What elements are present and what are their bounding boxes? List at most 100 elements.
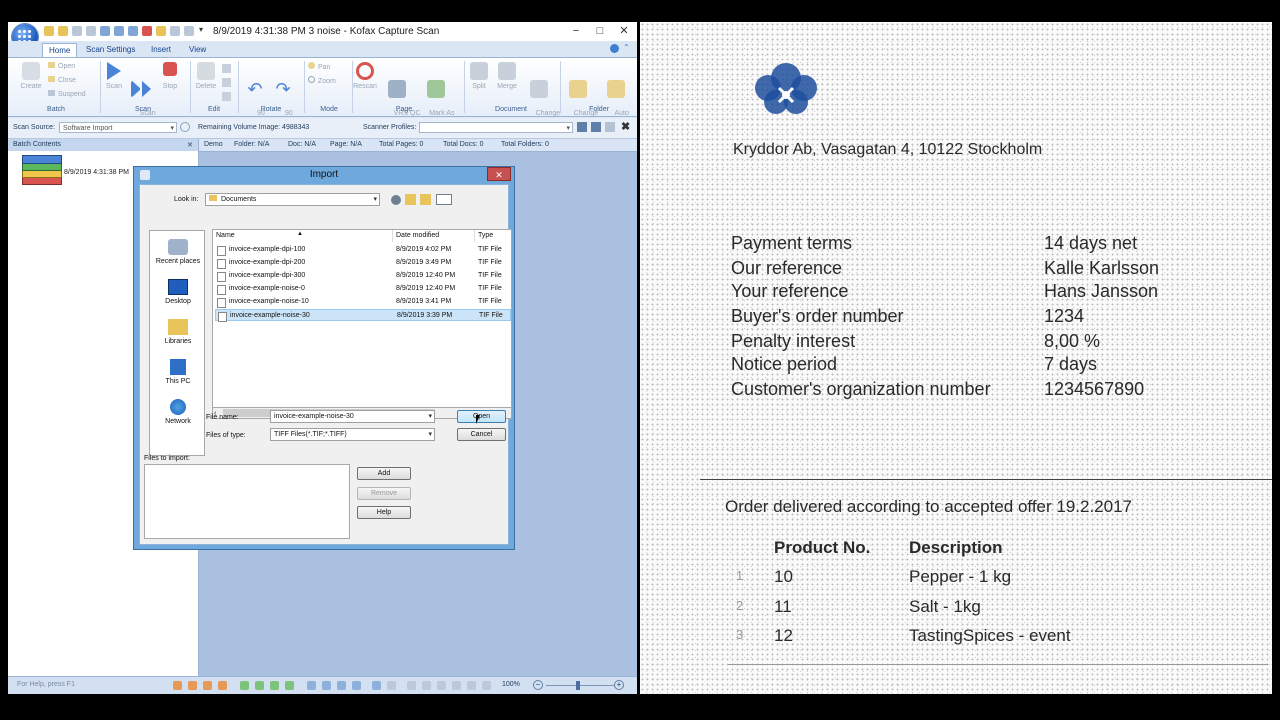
reset-profile-icon[interactable] bbox=[605, 122, 615, 132]
batch-stack-icon[interactable] bbox=[20, 155, 62, 185]
term-label: Payment terms bbox=[731, 233, 853, 253]
column-date-modified[interactable]: Date modified bbox=[393, 230, 475, 242]
zoom-slider-track[interactable] bbox=[546, 685, 614, 686]
qat-scan-icon[interactable] bbox=[100, 26, 110, 36]
pan-button[interactable]: Pan bbox=[308, 62, 348, 72]
scan-source-select[interactable]: Software Import ▾ bbox=[59, 122, 177, 133]
qat-scan-all-icon[interactable] bbox=[114, 26, 124, 36]
qat-options-icon[interactable] bbox=[184, 26, 194, 36]
tif-file-icon bbox=[217, 298, 226, 308]
save-profile-icon[interactable] bbox=[577, 122, 587, 132]
last-document-icon[interactable] bbox=[352, 681, 361, 690]
batch-contents-close-button[interactable]: ✕ bbox=[187, 141, 193, 149]
maximize-button[interactable]: □ bbox=[588, 22, 612, 40]
close-batch-button[interactable]: Close bbox=[48, 76, 88, 85]
next-folder-icon[interactable] bbox=[270, 681, 279, 690]
next-batch-icon[interactable] bbox=[203, 681, 212, 690]
batch-item-label[interactable]: 8/9/2019 4:31:38 PM bbox=[64, 169, 129, 176]
view-options-icon[interactable] bbox=[482, 681, 491, 690]
next-document-icon[interactable] bbox=[337, 681, 346, 690]
thumbnail-view-icon[interactable] bbox=[407, 681, 416, 690]
delete-profile-icon[interactable]: ✖ bbox=[621, 120, 630, 133]
help-icon[interactable] bbox=[610, 44, 619, 53]
merge-button[interactable]: Merge bbox=[494, 62, 520, 91]
last-batch-icon[interactable] bbox=[218, 681, 227, 690]
file-row[interactable]: invoice-example-noise-0 8/9/2019 12:40 P… bbox=[215, 283, 511, 295]
file-row-selected[interactable]: invoice-example-noise-30 8/9/2019 3:39 P… bbox=[215, 309, 511, 322]
save-as-profile-icon[interactable] bbox=[591, 122, 601, 132]
files-of-type-select[interactable]: TIFF Files(*.TIF;*.TIFF) ▾ bbox=[270, 428, 435, 441]
prev-batch-icon[interactable] bbox=[188, 681, 197, 690]
file-row[interactable]: invoice-example-dpi-200 8/9/2019 3:49 PM… bbox=[215, 257, 511, 269]
add-button[interactable]: Add bbox=[357, 467, 411, 480]
ribbon-minimize-icon[interactable]: ⌃ bbox=[623, 43, 630, 52]
new-folder-icon[interactable] bbox=[420, 194, 431, 205]
remove-button[interactable]: Remove bbox=[357, 487, 411, 500]
scan-button[interactable]: Scan bbox=[102, 62, 126, 91]
tab-home[interactable]: Home bbox=[42, 43, 78, 57]
place-network[interactable]: Network bbox=[150, 399, 206, 425]
edit-small-icon-3[interactable] bbox=[222, 92, 231, 101]
edit-small-icon-2[interactable] bbox=[222, 78, 231, 87]
qat-new-icon[interactable] bbox=[44, 26, 54, 36]
column-type[interactable]: Type bbox=[475, 230, 513, 242]
column-name[interactable]: Name ▲ bbox=[213, 230, 393, 242]
place-desktop[interactable]: Desktop bbox=[150, 279, 206, 305]
first-batch-icon[interactable] bbox=[173, 681, 182, 690]
place-libraries[interactable]: Libraries bbox=[150, 319, 206, 345]
fit-width-icon[interactable] bbox=[422, 681, 431, 690]
file-row[interactable]: invoice-example-dpi-100 8/9/2019 4:02 PM… bbox=[215, 244, 511, 256]
qat-next-icon[interactable] bbox=[128, 26, 138, 36]
zoom-in-icon[interactable]: + bbox=[614, 680, 624, 690]
zoom-button[interactable]: Zoom bbox=[308, 76, 348, 86]
first-page-icon[interactable] bbox=[372, 681, 381, 690]
look-in-select[interactable]: Documents ▾ bbox=[205, 193, 380, 206]
help-button[interactable]: Help bbox=[357, 506, 411, 519]
tab-scan-settings[interactable]: Scan Settings bbox=[80, 43, 141, 56]
actual-size-icon[interactable] bbox=[467, 681, 476, 690]
delete-button[interactable]: Delete bbox=[192, 62, 220, 91]
open-button[interactable]: Open bbox=[48, 62, 88, 71]
first-document-icon[interactable] bbox=[307, 681, 316, 690]
minimize-button[interactable]: − bbox=[564, 22, 588, 40]
fit-height-icon[interactable] bbox=[452, 681, 461, 690]
place-this-pc[interactable]: This PC bbox=[150, 359, 206, 385]
scan-source-settings-icon[interactable] bbox=[180, 122, 190, 132]
suspend-button[interactable]: Suspend bbox=[48, 90, 93, 99]
prev-document-icon[interactable] bbox=[322, 681, 331, 690]
tab-view[interactable]: View bbox=[183, 43, 212, 56]
scanner-profiles-select[interactable]: ▾ bbox=[419, 122, 573, 133]
file-name-input[interactable]: invoice-example-noise-30 ▾ bbox=[270, 410, 435, 423]
file-row[interactable]: invoice-example-dpi-300 8/9/2019 12:40 P… bbox=[215, 270, 511, 282]
files-to-import-list[interactable] bbox=[144, 464, 350, 539]
batch-info-bar: Demo Folder: N/A Doc: N/A Page: N/A Tota… bbox=[199, 139, 637, 152]
zoom-out-icon[interactable]: − bbox=[533, 680, 543, 690]
qat-stop-icon[interactable] bbox=[142, 26, 152, 36]
prev-folder-icon[interactable] bbox=[255, 681, 264, 690]
up-folder-icon[interactable] bbox=[405, 194, 416, 205]
create-button[interactable]: Create bbox=[16, 62, 46, 91]
qat-open-icon[interactable] bbox=[58, 26, 68, 36]
rescan-button[interactable]: Rescan bbox=[350, 62, 380, 91]
edit-small-icon-1[interactable] bbox=[222, 64, 231, 73]
last-folder-icon[interactable] bbox=[285, 681, 294, 690]
first-folder-icon[interactable] bbox=[240, 681, 249, 690]
qat-suspend-icon[interactable] bbox=[86, 26, 96, 36]
qat-close-icon[interactable] bbox=[72, 26, 82, 36]
close-button[interactable]: ✕ bbox=[612, 22, 636, 40]
qat-folder-icon[interactable] bbox=[156, 26, 166, 36]
place-recent[interactable]: Recent places bbox=[150, 239, 206, 265]
prev-page-icon[interactable] bbox=[387, 681, 396, 690]
stop-button[interactable]: Stop bbox=[158, 62, 182, 91]
dialog-close-button[interactable]: ✕ bbox=[487, 167, 511, 181]
split-button[interactable]: Split bbox=[466, 62, 492, 91]
qat-dropdown-icon[interactable]: ▾ bbox=[199, 25, 203, 34]
view-menu-icon[interactable] bbox=[436, 194, 452, 205]
file-row[interactable]: invoice-example-noise-10 8/9/2019 3:41 P… bbox=[215, 296, 511, 308]
fit-page-icon[interactable] bbox=[437, 681, 446, 690]
back-icon[interactable] bbox=[391, 195, 401, 205]
cancel-button[interactable]: Cancel bbox=[457, 428, 506, 441]
tab-insert[interactable]: Insert bbox=[145, 43, 177, 56]
zoom-slider-thumb[interactable] bbox=[576, 681, 580, 690]
qat-rotate-icon[interactable] bbox=[170, 26, 180, 36]
